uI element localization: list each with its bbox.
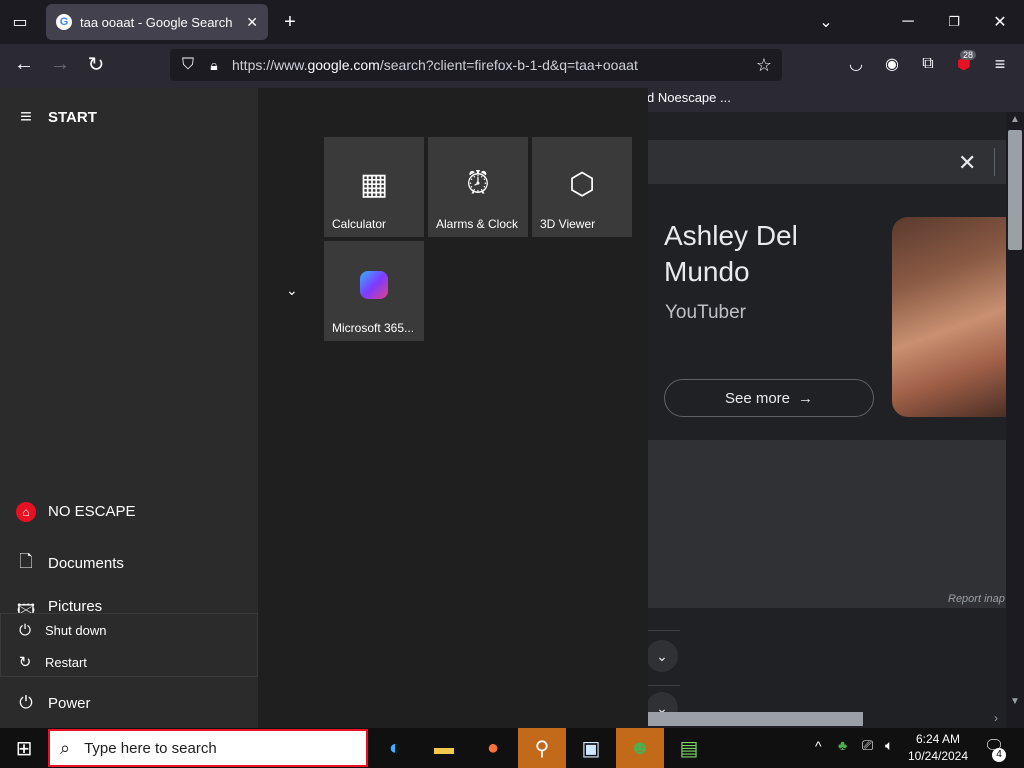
see-more-button[interactable]: See more → <box>664 379 874 417</box>
arrow-right-icon: → <box>798 389 814 407</box>
user-account-item[interactable]: ⌂ NO ESCAPE <box>14 501 136 522</box>
start-title: START <box>48 109 97 126</box>
scrollbar-thumb[interactable] <box>1008 130 1022 250</box>
taskbar-search-placeholder: Type here to search <box>84 739 217 757</box>
notification-count: 4 <box>992 748 1006 762</box>
chart-app-icon[interactable]: ▤ <box>665 728 713 768</box>
shut-down-label: Shut down <box>45 622 107 638</box>
extension-badge: 28 <box>960 50 977 60</box>
url-path: /search?client=firefox-b-1-d&q=taa+ooaat <box>379 57 638 73</box>
horizontal-scrollbar[interactable] <box>648 712 863 726</box>
window-close-icon[interactable]: ✕ <box>988 10 1012 34</box>
tile-label: Alarms & Clock <box>436 217 519 231</box>
report-link[interactable]: Report inap <box>948 593 1005 605</box>
tray-app-icon[interactable]: ♣ <box>838 737 847 753</box>
edge-icon[interactable]: ◐ <box>371 728 419 768</box>
divider <box>648 685 680 686</box>
restart-label: Restart <box>45 654 87 670</box>
power-label: Power <box>48 694 91 712</box>
url-domain: google.com <box>307 57 380 73</box>
menu-icon[interactable]: ≡ <box>988 52 1012 76</box>
people-app-icon[interactable]: ☻ <box>616 728 664 768</box>
close-tab-icon[interactable]: ✕ <box>246 14 258 31</box>
picture-icon: 🖾 <box>16 601 36 613</box>
cube-icon: ⬡ <box>568 168 596 201</box>
alarm-clock-icon: ⏰︎ <box>466 167 490 200</box>
tile-label: 3D Viewer <box>540 217 596 231</box>
m365-icon <box>324 271 424 307</box>
bookmark-star-icon[interactable]: ☆ <box>752 53 776 77</box>
network-icon[interactable]: ⎚ <box>862 737 873 754</box>
shut-down-item[interactable]: ⏻ Shut down <box>1 614 257 646</box>
user-avatar-icon: ⌂ <box>14 501 38 522</box>
restore-icon[interactable]: ❐ <box>942 10 966 34</box>
shield-icon[interactable]: ⛉ <box>176 53 200 77</box>
restart-icon: ↻ <box>18 654 32 671</box>
file-explorer-icon[interactable]: ▬ <box>420 728 468 768</box>
kp-title: Ashley Del Mundo <box>664 220 798 287</box>
document-icon: 🗋 <box>19 552 33 571</box>
divider <box>648 630 680 631</box>
tab-overview-icon[interactable]: ▭ <box>8 10 32 34</box>
list-tabs-icon[interactable]: ⌄ <box>814 10 838 34</box>
calculator-icon: ▦ <box>359 168 389 201</box>
scroll-right-icon[interactable]: › <box>994 711 998 725</box>
google-search-box[interactable] <box>648 140 1006 184</box>
power-icon: ⏻ <box>19 621 31 639</box>
forward-icon[interactable]: → <box>48 52 72 76</box>
browser-tab[interactable]: G taa ooaat - Google Search ✕ <box>46 4 268 40</box>
kp-subtitle: YouTuber <box>665 302 746 323</box>
account-icon[interactable]: ◉ <box>880 52 904 76</box>
extensions-icon[interactable]: ⧉ <box>916 52 940 76</box>
tile-alarms-clock[interactable]: ⏰︎ Alarms & Clock <box>428 137 528 237</box>
system-clock[interactable]: 6:24 AM 10/24/2024 <box>906 731 970 765</box>
show-hidden-icons[interactable]: ^ <box>815 738 822 754</box>
power-item[interactable]: ⏻ Power <box>14 693 91 713</box>
pocket-icon[interactable]: ◡ <box>844 52 868 76</box>
divider <box>994 148 995 176</box>
start-header[interactable]: ≡ START <box>14 106 97 129</box>
pictures-label: Pictures <box>48 598 103 613</box>
documents-label: Documents <box>48 555 124 572</box>
see-more-label: See more <box>724 389 791 407</box>
scroll-up-icon[interactable]: ▲ <box>1010 114 1020 125</box>
new-tab-icon[interactable]: + <box>278 10 302 34</box>
search-icon: ⌕ <box>60 737 71 758</box>
tile-label: Microsoft 365... <box>332 321 415 335</box>
google-favicon-icon: G <box>56 14 72 30</box>
collapse-chevron-icon[interactable]: ⌄ <box>286 282 298 299</box>
taskbar-search-box[interactable]: ⌕ Type here to search <box>48 729 368 767</box>
url-bar[interactable]: https://www. google.com/search?client=fir… <box>170 49 782 81</box>
tile-microsoft-365[interactable]: Microsoft 365... <box>324 241 424 341</box>
scroll-down-icon[interactable]: ▼ <box>1010 696 1020 707</box>
pictures-item[interactable]: 🖾 Pictures <box>14 598 102 613</box>
url-scheme: https://www. <box>232 57 308 73</box>
app-window-icon[interactable]: ▣ <box>567 728 615 768</box>
lower-panel <box>648 440 1006 608</box>
lock-icon[interactable]: 🔒︎ <box>202 53 226 77</box>
restart-item[interactable]: ↻ Restart <box>1 646 257 678</box>
volume-icon[interactable]: 🔈︎ <box>885 737 893 754</box>
tab-title: taa ooaat - Google Search <box>80 14 233 30</box>
back-icon[interactable]: ← <box>12 52 36 76</box>
clear-search-icon[interactable]: ✕ <box>958 150 976 176</box>
tile-3d-viewer[interactable]: ⬡ 3D Viewer <box>532 137 632 237</box>
minimize-icon[interactable]: ─ <box>896 10 920 34</box>
kp-photo[interactable] <box>892 217 1008 417</box>
power-menu: ⏻ Shut down ↻ Restart <box>0 613 258 677</box>
hamburger-icon[interactable]: ≡ <box>14 106 38 129</box>
bookmark-item[interactable]: d Noescape ... <box>647 90 731 105</box>
reload-icon[interactable]: ↻ <box>84 52 108 76</box>
clock-date: 10/24/2024 <box>907 749 969 763</box>
clock-time: 6:24 AM <box>915 732 961 746</box>
documents-item[interactable]: 🗋 Documents <box>14 549 124 578</box>
windows-start-icon[interactable]: ⊞ <box>0 728 48 768</box>
search-app-icon[interactable]: ⚲ <box>518 728 566 768</box>
tile-label: Calculator <box>332 217 387 231</box>
user-name: NO ESCAPE <box>48 503 136 520</box>
tile-calculator[interactable]: ▦ Calculator <box>324 137 424 237</box>
expand-chevron-icon[interactable]: ⌄ <box>646 640 678 672</box>
firefox-icon[interactable]: ● <box>469 728 517 768</box>
power-icon: ⏻ <box>19 693 33 712</box>
